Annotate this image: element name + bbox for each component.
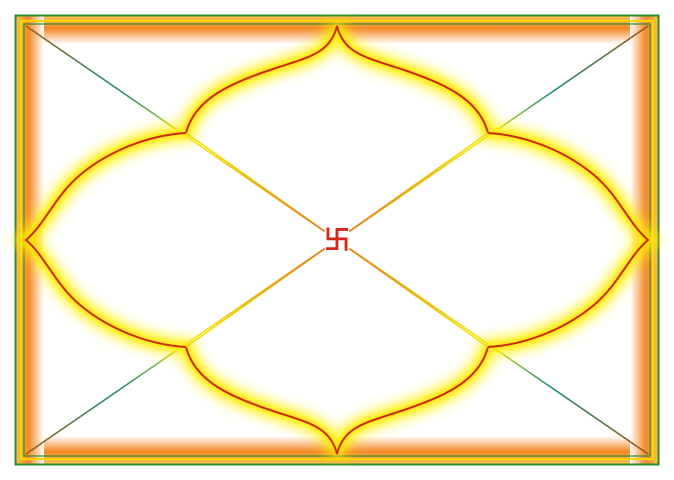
kundali-chart: 卐: [0, 0, 674, 480]
swastika-icon: 卐: [324, 226, 350, 256]
